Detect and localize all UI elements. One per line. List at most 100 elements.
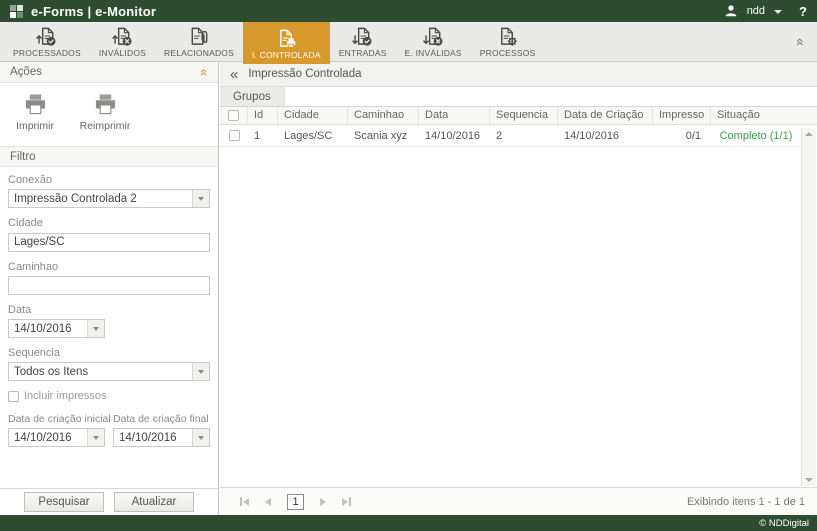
- criacao-final-label: Data de criação final: [113, 413, 210, 425]
- app-window: e-Forms | e-Monitor ndd ? PROCESSADOS: [0, 0, 817, 531]
- tab-processos[interactable]: PROCESSOS: [471, 22, 545, 61]
- user-menu[interactable]: ndd: [747, 5, 765, 17]
- column-header-data[interactable]: Data: [419, 107, 490, 124]
- caminhao-input[interactable]: [8, 276, 210, 295]
- tab-i-controlada[interactable]: I. CONTROLADA: [243, 22, 330, 64]
- copyright-text: © NDDigital: [759, 518, 809, 529]
- tab-relacionados[interactable]: RELACIONADOS: [155, 22, 243, 61]
- column-header-caminhao[interactable]: Caminhao: [348, 107, 419, 124]
- first-page-icon: [243, 498, 249, 506]
- criacao-inicial-value: 14/10/2016: [14, 432, 83, 444]
- scroll-up-arrow-icon[interactable]: [805, 132, 813, 136]
- table-header-row: Id Cidade Caminhao Data Sequencia Data d…: [220, 107, 817, 125]
- incluir-impressos-checkbox[interactable]: [8, 391, 19, 402]
- criacao-final-date-select[interactable]: 14/10/2016: [113, 428, 210, 447]
- last-page-button[interactable]: [342, 497, 351, 506]
- panel-title-bar: « Impressão Controlada: [220, 62, 817, 87]
- document-gear-icon: [497, 26, 518, 47]
- reimprimir-label: Reimprimir: [80, 120, 131, 132]
- document-paperclip-icon: [188, 26, 209, 47]
- document-printer-icon: [276, 28, 297, 49]
- data-date-select[interactable]: 14/10/2016: [8, 319, 105, 338]
- cell-impresso: 0/1: [653, 130, 711, 142]
- scroll-down-arrow-icon[interactable]: [805, 478, 813, 482]
- data-label: Data: [8, 304, 210, 316]
- app-title: e-Forms | e-Monitor: [31, 4, 156, 19]
- cell-caminhao: Scania xyz: [348, 130, 419, 142]
- tab-invalidos[interactable]: INVÁLIDOS: [90, 22, 155, 61]
- filter-section-title: Filtro: [10, 151, 36, 163]
- actions-section-header: Ações «: [0, 62, 218, 83]
- actions-section-title: Ações: [10, 66, 42, 78]
- cidade-label: Cidade: [8, 217, 210, 229]
- conexao-label: Conexão: [8, 174, 210, 186]
- cell-data-criacao: 14/10/2016: [558, 130, 653, 142]
- cell-data: 14/10/2016: [419, 130, 490, 142]
- toolbar-collapse-chevron-icon[interactable]: «: [794, 38, 808, 46]
- actions-collapse-chevron-icon[interactable]: «: [198, 68, 211, 75]
- criacao-final-dropdown-arrow-icon[interactable]: [192, 429, 209, 446]
- criacao-inicial-date-select[interactable]: 14/10/2016: [8, 428, 105, 447]
- sequencia-dropdown-arrow-icon[interactable]: [192, 363, 209, 380]
- imprimir-button[interactable]: Imprimir: [0, 93, 70, 132]
- column-header-situacao[interactable]: Situação: [711, 107, 817, 124]
- panel-tabstrip: Grupos: [220, 87, 817, 107]
- column-header-id[interactable]: Id: [248, 107, 278, 124]
- help-button[interactable]: ?: [799, 4, 807, 19]
- printer-icon: [22, 93, 49, 116]
- sequencia-select[interactable]: Todos os Itens: [8, 362, 210, 381]
- page-title: Impressão Controlada: [248, 68, 361, 80]
- tab-label: INVÁLIDOS: [99, 48, 146, 58]
- tab-processados[interactable]: PROCESSADOS: [4, 22, 90, 61]
- row-select-checkbox[interactable]: [229, 130, 240, 141]
- pager-status-text: Exibindo itens 1 - 1 de 1: [687, 496, 805, 508]
- document-upload-cross-icon: [112, 26, 133, 47]
- criacao-inicial-dropdown-arrow-icon[interactable]: [87, 429, 104, 446]
- footer-bar: © NDDigital: [0, 515, 817, 531]
- next-page-icon: [320, 498, 326, 506]
- prev-page-button[interactable]: [265, 498, 271, 506]
- user-menu-caret-icon[interactable]: [774, 10, 782, 14]
- conexao-dropdown-arrow-icon[interactable]: [192, 190, 209, 207]
- data-dropdown-arrow-icon[interactable]: [87, 320, 104, 337]
- next-page-button[interactable]: [320, 498, 326, 506]
- pesquisar-button[interactable]: Pesquisar: [24, 492, 104, 512]
- atualizar-button[interactable]: Atualizar: [114, 492, 194, 512]
- vertical-scrollbar[interactable]: [801, 128, 816, 486]
- actions-row: Imprimir Reimprimir: [0, 83, 218, 146]
- tab-label: I. CONTROLADA: [252, 50, 321, 60]
- criacao-final-value: 14/10/2016: [119, 432, 188, 444]
- cell-cidade: Lages/SC: [278, 130, 348, 142]
- prev-page-icon: [265, 498, 271, 506]
- first-page-button[interactable]: [240, 497, 249, 506]
- cell-id: 1: [248, 130, 278, 142]
- tab-grupos[interactable]: Grupos: [220, 87, 285, 106]
- select-all-checkbox[interactable]: [228, 110, 239, 121]
- cell-situacao-status: Completo (1/1): [711, 130, 801, 142]
- sidebar: Ações « Imprimir Reimprimir: [0, 62, 219, 515]
- app-logo-icon: [10, 5, 23, 18]
- user-icon: [724, 4, 738, 18]
- tab-label: PROCESSADOS: [13, 48, 81, 58]
- tab-entradas[interactable]: ENTRADAS: [330, 22, 396, 61]
- conexao-select[interactable]: Impressão Controlada 2: [8, 189, 210, 208]
- tab-label: E. INVÁLIDAS: [405, 48, 462, 58]
- column-header-cidade[interactable]: Cidade: [278, 107, 348, 124]
- column-header-data-criacao[interactable]: Data de Criação: [558, 107, 653, 124]
- sidebar-footer: Pesquisar Atualizar: [0, 488, 218, 515]
- page-number-input[interactable]: 1: [287, 494, 304, 510]
- tab-e-invalidas[interactable]: E. INVÁLIDAS: [396, 22, 471, 61]
- column-header-impresso[interactable]: Impresso: [653, 107, 711, 124]
- data-value: 14/10/2016: [14, 323, 83, 335]
- tab-label: ENTRADAS: [339, 48, 387, 58]
- conexao-value: Impressão Controlada 2: [14, 193, 188, 205]
- column-header-sequencia[interactable]: Sequencia: [490, 107, 558, 124]
- top-header-bar: e-Forms | e-Monitor ndd ?: [0, 0, 817, 22]
- incluir-impressos-label: Incluir impressos: [24, 390, 107, 402]
- filter-form: Conexão Impressão Controlada 2 Cidade Ca…: [0, 167, 218, 447]
- last-page-icon: [342, 498, 348, 506]
- sidebar-collapse-chevron-icon[interactable]: «: [230, 67, 238, 82]
- table-row[interactable]: 1 Lages/SC Scania xyz 14/10/2016 2 14/10…: [220, 125, 801, 147]
- reimprimir-button[interactable]: Reimprimir: [70, 93, 140, 132]
- cidade-input[interactable]: [8, 233, 210, 252]
